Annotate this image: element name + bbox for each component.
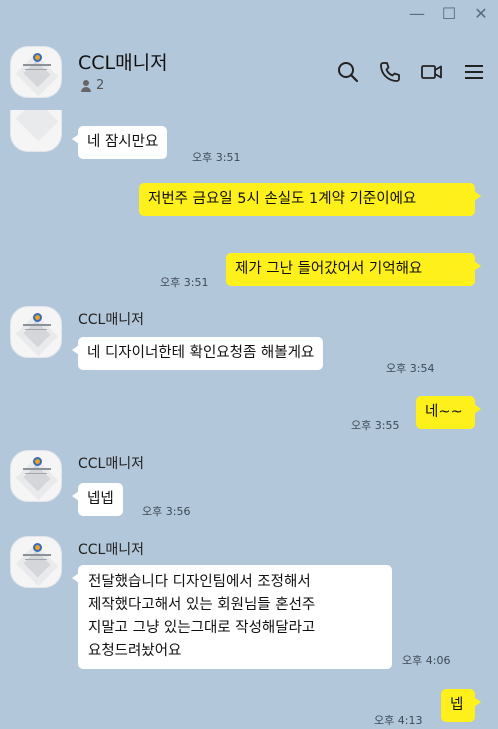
video-call-icon[interactable] xyxy=(420,60,444,84)
member-count[interactable]: 2 xyxy=(80,78,104,93)
message-time: 오후 3:55 xyxy=(351,419,400,432)
message-time: 오후 4:13 xyxy=(374,714,423,727)
chat-header: CCL매니저 2 xyxy=(0,38,498,108)
message-bubble[interactable]: 저번주 금요일 5시 손실도 1계약 기준이에요 xyxy=(139,183,481,216)
sender-avatar[interactable] xyxy=(10,536,62,588)
window-controls: — ☐ ✕ xyxy=(408,4,490,23)
message-bubble[interactable]: 넵넵 xyxy=(72,483,123,516)
message-line: 제작했다고해서 있는 회원님들 혼선주 xyxy=(88,597,316,613)
message-time: 오후 3:51 xyxy=(192,151,241,164)
message-time: 오후 3:51 xyxy=(160,276,209,289)
message-bubble[interactable]: 네 잠시만요 xyxy=(71,126,168,159)
chat-title: CCL매니저 xyxy=(78,52,168,74)
sender-name: CCL매니저 xyxy=(78,456,144,472)
message-time: 오후 3:54 xyxy=(386,362,435,375)
maximize-button[interactable]: ☐ xyxy=(440,4,458,23)
sender-name: CCL매니저 xyxy=(78,312,144,328)
message-bubble[interactable]: 네~~ xyxy=(416,396,481,429)
minimize-button[interactable]: — xyxy=(408,4,426,23)
person-icon xyxy=(80,79,92,92)
message-bubble[interactable]: 전달했습니다 디자인팀에서 조정해서 제작했다고해서 있는 회원님들 혼선주 지… xyxy=(72,565,392,669)
message-time: 오후 4:06 xyxy=(402,654,451,667)
message-line: 지말고 그냥 있는그대로 작성해달라고 xyxy=(88,620,316,636)
message-line: 요청드려놨어요 xyxy=(88,643,182,659)
message-line: 전달했습니다 디자인팀에서 조정해서 xyxy=(88,574,311,590)
message-bubble[interactable]: 넵 xyxy=(441,689,481,722)
message-time: 오후 3:56 xyxy=(142,505,191,518)
message-bubble[interactable]: 제가 그난 들어갔어서 기억해요 xyxy=(226,253,481,286)
phone-icon[interactable] xyxy=(378,60,402,84)
sender-name: CCL매니저 xyxy=(78,542,144,558)
sender-avatar[interactable] xyxy=(10,306,62,358)
close-button[interactable]: ✕ xyxy=(472,4,490,23)
sender-avatar[interactable] xyxy=(10,110,62,152)
message-bubble[interactable]: 네 디자이너한테 확인요청좀 해볼게요 xyxy=(71,337,324,370)
search-icon[interactable] xyxy=(336,60,360,84)
menu-icon[interactable] xyxy=(462,60,486,84)
chatroom-avatar[interactable] xyxy=(10,46,62,98)
sender-avatar[interactable] xyxy=(10,450,62,502)
